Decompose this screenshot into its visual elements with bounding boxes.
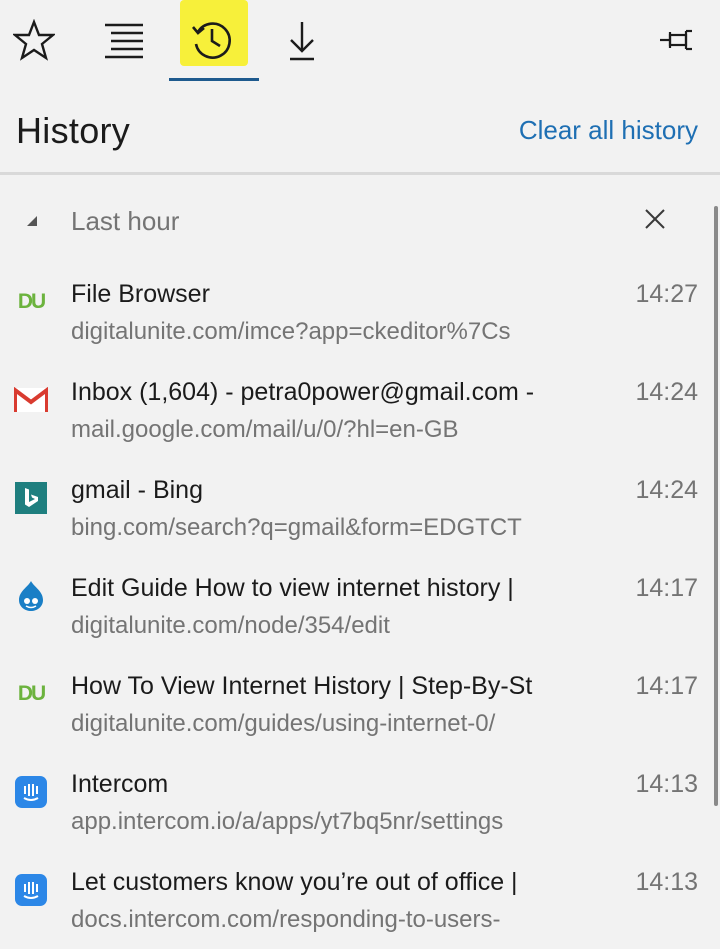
- history-entry[interactable]: DU File Browser digitalunite.com/imce?ap…: [0, 266, 712, 364]
- history-entry[interactable]: Inbox (1,604) - petra0power@gmail.com - …: [0, 364, 712, 462]
- history-entry[interactable]: Edit Guide How to view internet history …: [0, 560, 712, 658]
- gmail-icon: [13, 382, 49, 418]
- history-list: DU File Browser digitalunite.com/imce?ap…: [0, 266, 712, 949]
- bing-icon: [13, 480, 49, 516]
- page-title: History: [16, 110, 131, 151]
- active-tab-indicator: [169, 78, 259, 81]
- group-header-last-hour[interactable]: Last hour: [0, 194, 700, 250]
- entry-time: 14:24: [635, 378, 698, 406]
- pin-button[interactable]: [648, 10, 708, 70]
- entry-url: mail.google.com/mail/u/0/?hl=en-GB: [71, 416, 459, 443]
- entry-title: Edit Guide How to view internet history …: [71, 574, 514, 602]
- downloads-button[interactable]: [272, 10, 332, 70]
- history-panel: History Clear all history Last hour DU F…: [0, 0, 720, 949]
- history-entry[interactable]: DU How To View Internet History | Step-B…: [0, 658, 712, 756]
- intercom-icon: [13, 774, 49, 810]
- entry-time: 14:13: [635, 770, 698, 798]
- history-clock-icon: [189, 17, 235, 63]
- reading-list-button[interactable]: [94, 10, 154, 70]
- entry-url: app.intercom.io/a/apps/yt7bq5nr/settings: [71, 808, 504, 835]
- entry-time: 14:24: [635, 476, 698, 504]
- history-header: History Clear all history: [0, 86, 720, 174]
- scrollbar[interactable]: [714, 206, 718, 806]
- entry-title: Inbox (1,604) - petra0power@gmail.com -: [71, 378, 535, 406]
- entry-title: File Browser: [71, 280, 210, 308]
- entry-time: 14:17: [635, 672, 698, 700]
- entry-url: digitalunite.com/node/354/edit: [71, 612, 390, 639]
- entry-url: digitalunite.com/guides/using-internet-0…: [71, 710, 496, 737]
- drupal-icon: [13, 578, 49, 614]
- intercom-icon: [13, 872, 49, 908]
- digitalunite-icon: DU: [17, 290, 46, 313]
- digitalunite-icon: DU: [17, 682, 46, 705]
- entry-title: gmail - Bing: [71, 476, 203, 504]
- history-entry[interactable]: Intercom app.intercom.io/a/apps/yt7bq5nr…: [0, 756, 712, 854]
- group-label: Last hour: [71, 206, 180, 236]
- entry-url: digitalunite.com/imce?app=ckeditor%7Cs: [71, 318, 511, 345]
- hub-toolbar: [0, 0, 720, 86]
- pin-icon: [658, 25, 698, 55]
- favorites-button[interactable]: [4, 10, 64, 70]
- entry-title: How To View Internet History | Step-By-S…: [71, 672, 533, 700]
- star-icon: [13, 19, 55, 61]
- download-arrow-icon: [282, 18, 322, 62]
- entry-time: 14:27: [635, 280, 698, 308]
- entry-title: Intercom: [71, 770, 169, 798]
- entry-time: 14:13: [635, 868, 698, 896]
- header-divider: [0, 172, 720, 175]
- clear-all-history-link[interactable]: Clear all history: [519, 115, 698, 146]
- reading-list-icon: [101, 20, 147, 60]
- close-icon[interactable]: [640, 204, 670, 234]
- history-entry[interactable]: Let customers know you’re out of office …: [0, 854, 712, 949]
- entry-title: Let customers know you’re out of office …: [71, 868, 518, 896]
- entry-url: docs.intercom.com/responding-to-users-: [71, 906, 501, 933]
- entry-url: bing.com/search?q=gmail&form=EDGTCT: [71, 514, 522, 541]
- history-entry[interactable]: gmail - Bing bing.com/search?q=gmail&for…: [0, 462, 712, 560]
- triangle-collapse-icon[interactable]: [25, 214, 39, 228]
- history-button[interactable]: [182, 10, 242, 70]
- entry-time: 14:17: [635, 574, 698, 602]
